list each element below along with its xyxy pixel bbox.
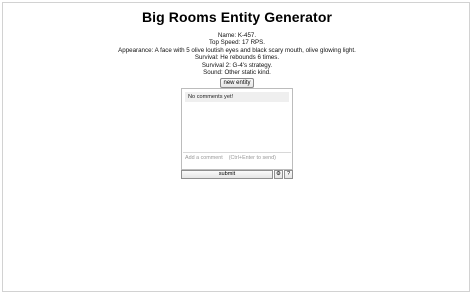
comment-input[interactable] bbox=[183, 152, 291, 168]
entity-survival: Survival: He rebounds 6 times. bbox=[194, 54, 280, 62]
page-title: Big Rooms Entity Generator bbox=[141, 9, 333, 25]
entity-survival-2: Survival 2: G-4's strategy. bbox=[201, 61, 273, 69]
entity-appearance: Appearance: A face with 5 olive loutish … bbox=[118, 46, 356, 54]
entity-sound: Sound: Other static kind. bbox=[203, 69, 271, 77]
comments-empty-message: No comments yet! bbox=[185, 92, 289, 102]
entity-details: Name: K-457. Top Speed: 17 RPS. Appearan… bbox=[0, 32, 474, 76]
settings-button[interactable]: ⚙ bbox=[274, 170, 283, 179]
gear-icon: ⚙ bbox=[275, 171, 281, 177]
help-button[interactable]: ? bbox=[284, 170, 293, 179]
comments-box: No comments yet! bbox=[181, 88, 293, 170]
entity-top-speed: Top Speed: 17 RPS. bbox=[208, 39, 266, 47]
new-entity-button[interactable]: new entity bbox=[220, 78, 254, 88]
entity-name: Name: K-457. bbox=[217, 32, 257, 39]
submit-button[interactable]: submit bbox=[181, 170, 273, 179]
